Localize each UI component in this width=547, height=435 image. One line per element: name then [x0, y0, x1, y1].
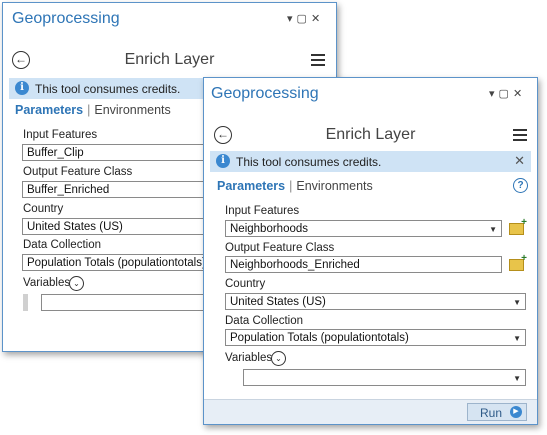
variables-bar [23, 294, 28, 311]
banner-text: This tool consumes credits. [35, 82, 181, 96]
dropdown-arrow-icon: ▼ [513, 334, 521, 343]
close-icon[interactable]: ✕ [513, 87, 526, 100]
input-features-field[interactable]: Buffer_Clip [22, 144, 222, 161]
tab-bar: Parameters | Environments [15, 103, 171, 117]
dropdown-arrow-icon: ▼ [489, 225, 497, 234]
tab-parameters[interactable]: Parameters [15, 103, 83, 117]
maximize-icon[interactable]: ▢ [297, 12, 311, 25]
variables-field[interactable] [41, 294, 221, 311]
maximize-icon[interactable]: ▢ [499, 87, 513, 100]
expand-icon[interactable]: ⌄ [69, 276, 84, 291]
tab-environments[interactable]: Environments [94, 103, 170, 117]
window-controls: ▾▢✕ [489, 87, 526, 100]
data-collection-label: Data Collection [225, 315, 303, 327]
input-features-dropdown[interactable]: Neighborhoods ▼ [225, 220, 502, 237]
input-features-label: Input Features [225, 205, 300, 217]
info-icon: i [15, 81, 29, 95]
browse-folder-icon[interactable] [509, 217, 527, 235]
country-field[interactable]: United States (US) [22, 218, 222, 235]
close-icon[interactable]: ✕ [311, 12, 324, 25]
output-feature-class-label: Output Feature Class [225, 242, 335, 254]
geoprocessing-pane-front: Geoprocessing ▾▢✕ ← Enrich Layer i This … [203, 77, 538, 425]
pane-footer: Run ▶ [204, 399, 537, 424]
pane-titlebar: Geoprocessing ▾▢✕ [3, 3, 336, 37]
tab-separator: | [289, 179, 293, 193]
menu-icon[interactable] [311, 54, 325, 69]
close-icon[interactable]: ✕ [514, 153, 525, 169]
menu-icon[interactable] [513, 129, 527, 144]
country-label: Country [23, 203, 64, 215]
variables-label: Variables [225, 352, 273, 364]
country-label: Country [225, 278, 266, 290]
window-controls: ▾▢✕ [287, 12, 324, 25]
country-value: United States (US) [230, 296, 326, 308]
run-icon: ▶ [510, 406, 522, 418]
tab-bar: Parameters | Environments [217, 179, 373, 193]
output-feature-class-field[interactable]: Buffer_Enriched [22, 181, 222, 198]
data-collection-field[interactable]: Population Totals (populationtotals) [22, 254, 222, 271]
data-collection-label: Data Collection [23, 239, 101, 251]
data-collection-value: Population Totals (populationtotals) [230, 332, 409, 344]
variables-label: Variables [23, 277, 71, 289]
credits-banner: i This tool consumes credits. ✕ [210, 151, 531, 172]
browse-folder-icon[interactable] [509, 253, 527, 271]
pane-title: Geoprocessing [211, 85, 319, 102]
tool-header: ← Enrich Layer [204, 123, 537, 153]
data-collection-dropdown[interactable]: Population Totals (populationtotals) ▼ [225, 329, 526, 346]
input-features-value: Neighborhoods [230, 223, 309, 235]
run-label: Run [480, 406, 503, 420]
output-feature-class-field[interactable]: Neighborhoods_Enriched [225, 256, 502, 273]
dropdown-icon[interactable]: ▾ [287, 12, 297, 25]
tab-environments[interactable]: Environments [296, 179, 372, 193]
tool-title: Enrich Layer [124, 51, 215, 68]
pane-title: Geoprocessing [12, 10, 120, 27]
dropdown-arrow-icon: ▼ [513, 374, 521, 383]
variables-dropdown[interactable]: ▼ [243, 369, 526, 386]
tool-header: ← Enrich Layer [3, 48, 336, 78]
tab-parameters[interactable]: Parameters [217, 179, 285, 193]
help-icon[interactable]: ? [513, 178, 528, 193]
output-feature-class-label: Output Feature Class [23, 166, 133, 178]
tab-separator: | [87, 103, 91, 117]
info-icon: i [216, 154, 230, 168]
tool-title: Enrich Layer [325, 126, 416, 143]
banner-text: This tool consumes credits. [236, 155, 382, 169]
input-features-label: Input Features [23, 129, 98, 141]
run-button[interactable]: Run ▶ [467, 403, 527, 421]
dropdown-icon[interactable]: ▾ [489, 87, 499, 100]
pane-titlebar: Geoprocessing ▾▢✕ [204, 78, 537, 112]
country-dropdown[interactable]: United States (US) ▼ [225, 293, 526, 310]
dropdown-arrow-icon: ▼ [513, 298, 521, 307]
expand-icon[interactable]: ⌄ [271, 351, 286, 366]
